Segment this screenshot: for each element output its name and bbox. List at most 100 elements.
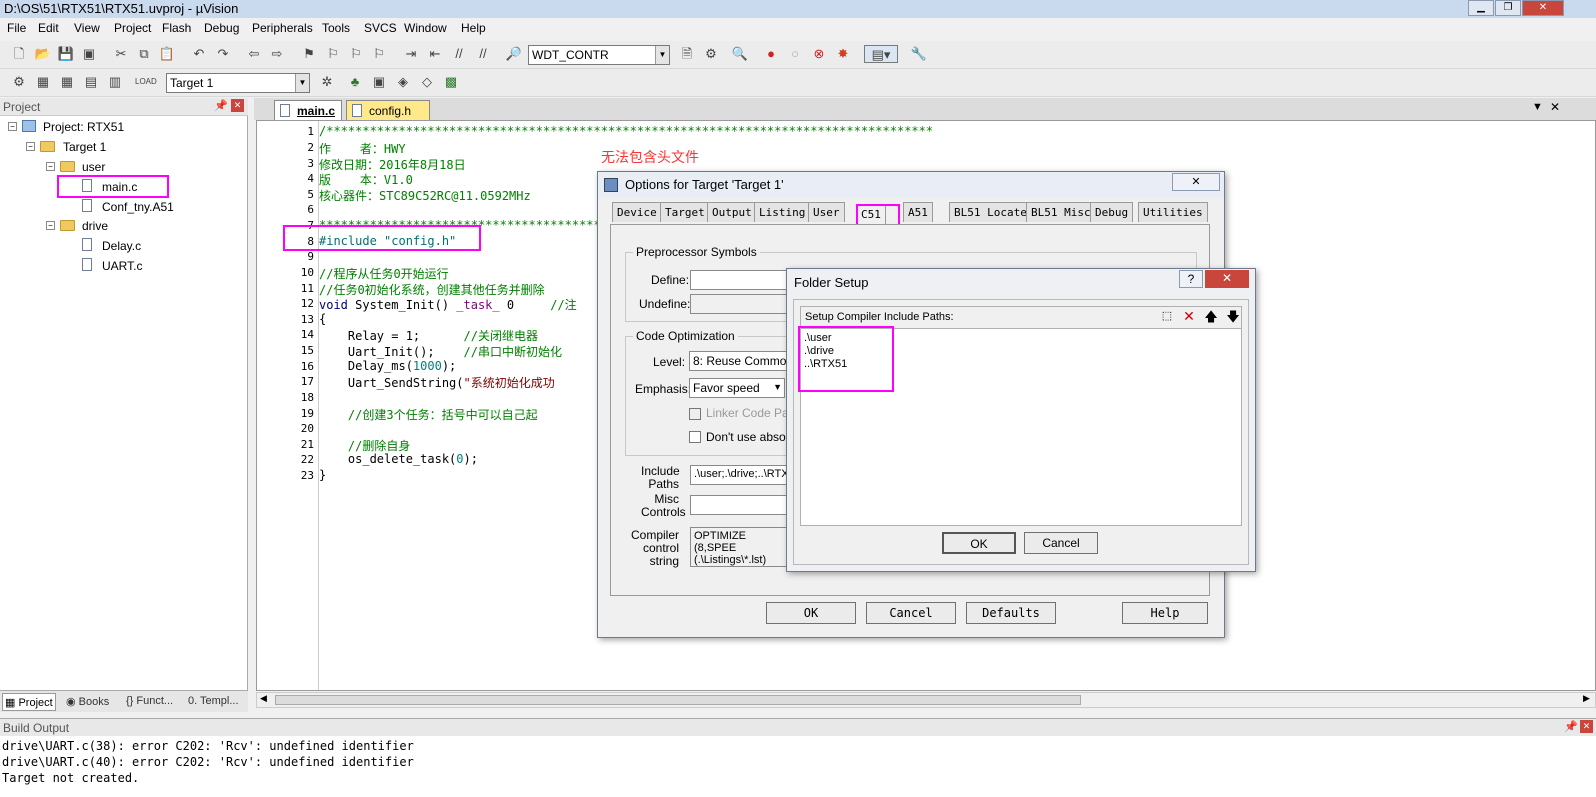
- unindent-icon[interactable]: ⇤: [426, 45, 444, 63]
- nav-forward-icon[interactable]: ⇨: [268, 45, 286, 63]
- next-bookmark-icon[interactable]: ⚐: [347, 45, 365, 63]
- target-options-icon[interactable]: ✲: [318, 73, 336, 91]
- build-icon[interactable]: ▦: [34, 73, 52, 91]
- menu-view[interactable]: View: [74, 21, 100, 35]
- translate-icon[interactable]: ⚙: [10, 73, 28, 91]
- indent-icon[interactable]: ⇥: [402, 45, 420, 63]
- stop-build-icon[interactable]: ▥: [106, 73, 124, 91]
- disable-breakpoint-icon[interactable]: ○: [786, 45, 804, 63]
- tab-bl51-locate[interactable]: BL51 Locate: [949, 202, 1032, 222]
- minimize-button[interactable]: ▁: [1468, 0, 1494, 16]
- chevron-down-icon[interactable]: ▼: [295, 74, 309, 92]
- tab-bl51-misc[interactable]: BL51 Misc: [1026, 202, 1096, 222]
- help-button[interactable]: Help: [1122, 602, 1208, 624]
- ok-button[interactable]: OK: [942, 532, 1016, 554]
- tab-utilities[interactable]: Utilities: [1138, 202, 1208, 222]
- tab-target[interactable]: Target: [660, 202, 710, 222]
- menu-flash[interactable]: Flash: [162, 21, 191, 35]
- prev-bookmark-icon[interactable]: ⚐: [324, 45, 342, 63]
- close-button[interactable]: ✕: [1522, 0, 1564, 16]
- disable-all-breakpoints-icon[interactable]: ⊗: [810, 45, 828, 63]
- tree-file-conf[interactable]: Conf_tny.A51: [102, 200, 174, 214]
- menu-file[interactable]: File: [7, 21, 26, 35]
- rebuild-icon[interactable]: ▦: [58, 73, 76, 91]
- save-all-icon[interactable]: ▣: [80, 45, 98, 63]
- tree-group-drive[interactable]: drive: [82, 219, 108, 233]
- close-tab-icon[interactable]: ✕: [1550, 100, 1560, 114]
- chevron-down-icon[interactable]: ▼: [773, 382, 782, 392]
- tab-config-h[interactable]: config.h: [346, 100, 430, 120]
- menu-project[interactable]: Project: [114, 21, 151, 35]
- scroll-left-icon[interactable]: ◀: [260, 693, 267, 704]
- undefine-input[interactable]: [690, 294, 790, 314]
- debug-start-icon[interactable]: 🔍: [731, 45, 749, 63]
- collapse-icon[interactable]: −: [46, 162, 55, 171]
- menu-help[interactable]: Help: [461, 21, 486, 35]
- redo-icon[interactable]: ↷: [214, 45, 232, 63]
- tab-list-icon[interactable]: ▼: [1532, 101, 1543, 113]
- tab-user[interactable]: User: [808, 202, 845, 222]
- include-paths-input[interactable]: .\user;.\drive;..\RTX: [690, 465, 790, 485]
- tab-templates[interactable]: 0. Templ...: [186, 693, 241, 711]
- close-icon[interactable]: ✕: [1172, 173, 1220, 191]
- editor-hscrollbar[interactable]: ◀ ▶: [256, 692, 1596, 708]
- open-file-icon[interactable]: 📂: [34, 45, 52, 63]
- menu-tools[interactable]: Tools: [322, 21, 350, 35]
- target-combo[interactable]: Target 1 ▼: [166, 73, 310, 93]
- menu-svcs[interactable]: SVCS: [364, 21, 397, 35]
- tab-debug[interactable]: Debug: [1090, 202, 1134, 222]
- menu-debug[interactable]: Debug: [204, 21, 239, 35]
- misc-controls-input[interactable]: [690, 495, 790, 515]
- close-panel-icon[interactable]: ✕: [1580, 720, 1593, 733]
- new-file-icon[interactable]: 🗋: [10, 45, 28, 63]
- tab-books[interactable]: ◉ Books: [64, 693, 111, 711]
- scroll-thumb[interactable]: [275, 695, 1081, 705]
- tab-a51[interactable]: A51: [903, 202, 933, 222]
- pin-icon[interactable]: 📌: [1564, 720, 1578, 733]
- tree-file-uart[interactable]: UART.c: [102, 259, 142, 273]
- collapse-icon[interactable]: −: [26, 142, 35, 151]
- tab-functions[interactable]: {} Funct...: [124, 693, 175, 711]
- menu-window[interactable]: Window: [404, 21, 447, 35]
- linker-code-checkbox[interactable]: [689, 408, 701, 420]
- ok-button[interactable]: OK: [766, 602, 856, 624]
- tab-output[interactable]: Output: [707, 202, 757, 222]
- copy-icon[interactable]: ⧉: [135, 45, 153, 63]
- tree-project-root[interactable]: Project: RTX51: [43, 120, 124, 134]
- tab-listing[interactable]: Listing: [754, 202, 811, 222]
- configure-icon[interactable]: 🔧: [910, 45, 928, 63]
- tree-group-user[interactable]: user: [82, 160, 105, 174]
- runtime-env-icon[interactable]: ▩: [442, 73, 460, 91]
- download-icon[interactable]: LOAD: [135, 73, 157, 91]
- dont-use-checkbox[interactable]: [689, 431, 701, 443]
- maximize-button[interactable]: ❐: [1495, 0, 1521, 16]
- tree-file-main[interactable]: main.c: [102, 180, 137, 194]
- emphasis-select[interactable]: Favor speed ▼: [689, 378, 785, 398]
- comment-icon[interactable]: //: [450, 45, 468, 63]
- scroll-right-icon[interactable]: ▶: [1583, 693, 1590, 704]
- cancel-button[interactable]: Cancel: [1024, 532, 1098, 554]
- menu-edit[interactable]: Edit: [38, 21, 59, 35]
- incremental-find-icon[interactable]: ⚙: [702, 45, 720, 63]
- collapse-icon[interactable]: −: [46, 221, 55, 230]
- manage-components-icon[interactable]: ▣: [370, 73, 388, 91]
- move-up-icon[interactable]: 🡅: [1203, 308, 1219, 324]
- undo-icon[interactable]: ↶: [190, 45, 208, 63]
- defaults-button[interactable]: Defaults: [966, 602, 1056, 624]
- tab-project[interactable]: ▦ Project: [2, 693, 56, 711]
- breakpoint-icon[interactable]: ●: [762, 45, 780, 63]
- move-down-icon[interactable]: 🡇: [1225, 308, 1241, 324]
- tab-main-c[interactable]: main.c: [274, 100, 343, 120]
- delete-icon[interactable]: ✕: [1181, 308, 1197, 324]
- cancel-button[interactable]: Cancel: [866, 602, 956, 624]
- find-icon[interactable]: 🗎: [678, 45, 696, 63]
- select-packs-icon[interactable]: ◈: [394, 73, 412, 91]
- find-combo[interactable]: WDT_CONTR ▼: [528, 45, 670, 65]
- nav-back-icon[interactable]: ⇦: [245, 45, 263, 63]
- collapse-icon[interactable]: −: [8, 122, 17, 131]
- kill-breakpoints-icon[interactable]: ✸: [834, 45, 852, 63]
- close-icon[interactable]: ✕: [1205, 270, 1249, 288]
- pin-icon[interactable]: 📌: [214, 99, 228, 112]
- tree-file-delay[interactable]: Delay.c: [102, 239, 141, 253]
- level-select[interactable]: 8: Reuse Common E: [689, 351, 789, 371]
